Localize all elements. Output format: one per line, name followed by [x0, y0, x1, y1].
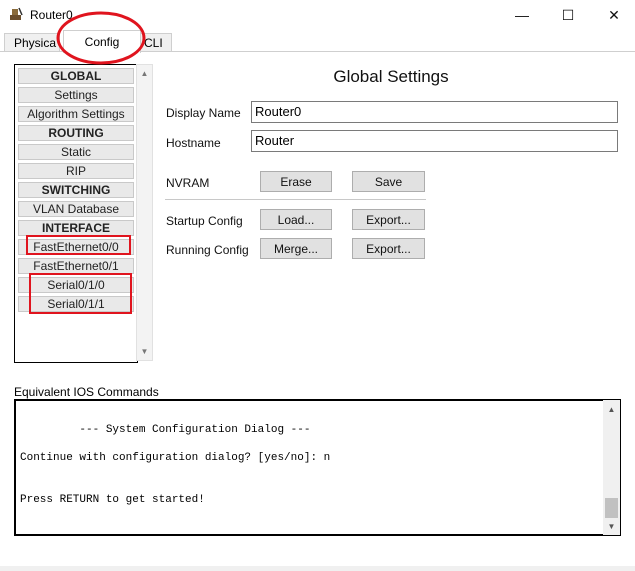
console-scroll-thumb[interactable]	[605, 498, 618, 518]
hostname-label: Hostname	[166, 136, 221, 150]
config-nav-list[interactable]: GLOBAL Settings Algorithm Settings ROUTI…	[14, 64, 138, 363]
tab-physical[interactable]: Physica	[4, 33, 60, 51]
page-title: Global Settings	[333, 67, 449, 86]
console-scroll-down-icon[interactable]: ▼	[604, 519, 619, 534]
section-divider	[165, 199, 426, 200]
minimize-icon: —	[515, 7, 529, 23]
router-app-icon	[10, 7, 23, 20]
ios-console[interactable]: --- System Configuration Dialog --- Cont…	[14, 399, 621, 536]
display-name-field[interactable]: Router0	[251, 101, 618, 123]
nav-item-settings[interactable]: Settings	[18, 87, 134, 103]
save-button[interactable]: Save	[352, 171, 425, 192]
nvram-label: NVRAM	[166, 176, 210, 190]
scroll-up-icon[interactable]: ▲	[137, 66, 152, 81]
nav-scrollbar[interactable]: ▲ ▼	[136, 64, 153, 361]
nav-item-vlan-database[interactable]: VLAN Database	[18, 201, 134, 217]
ios-commands-label: Equivalent IOS Commands	[14, 385, 159, 399]
export-startup-button[interactable]: Export...	[352, 209, 425, 230]
nav-item-fastethernet0-1[interactable]: FastEthernet0/1	[18, 258, 134, 274]
merge-button[interactable]: Merge...	[260, 238, 332, 259]
nav-item-static[interactable]: Static	[18, 144, 134, 160]
nav-header-global: GLOBAL	[18, 68, 134, 84]
erase-button[interactable]: Erase	[260, 171, 332, 192]
nav-header-interface: INTERFACE	[18, 220, 134, 236]
console-scroll-up-icon[interactable]: ▲	[604, 402, 619, 417]
console-line: Continue with configuration dialog? [yes…	[20, 452, 331, 464]
nav-item-algorithm-settings[interactable]: Algorithm Settings	[18, 106, 134, 122]
display-name-label: Display Name	[166, 106, 241, 120]
export-running-button[interactable]: Export...	[352, 238, 425, 259]
running-config-label: Running Config	[166, 243, 249, 257]
load-button[interactable]: Load...	[260, 209, 332, 230]
minimize-button[interactable]: —	[499, 0, 545, 30]
nav-header-routing: ROUTING	[18, 125, 134, 141]
nav-item-rip[interactable]: RIP	[18, 163, 134, 179]
maximize-button[interactable]: ☐	[545, 0, 591, 30]
serial-highlight-box	[29, 273, 132, 314]
fastethernet-highlight-box	[26, 235, 131, 255]
window-bottom-edge	[0, 566, 635, 571]
hostname-field[interactable]: Router	[251, 130, 618, 152]
nav-header-switching: SWITCHING	[18, 182, 134, 198]
startup-config-label: Startup Config	[166, 214, 243, 228]
scroll-down-icon[interactable]: ▼	[137, 344, 152, 359]
close-button[interactable]: ✕	[591, 0, 635, 30]
maximize-icon: ☐	[561, 6, 575, 23]
console-line: --- System Configuration Dialog ---	[20, 424, 311, 436]
close-icon: ✕	[608, 6, 620, 23]
config-tab-annotation-circle	[56, 11, 146, 65]
console-line: Press RETURN to get started!	[20, 494, 205, 506]
